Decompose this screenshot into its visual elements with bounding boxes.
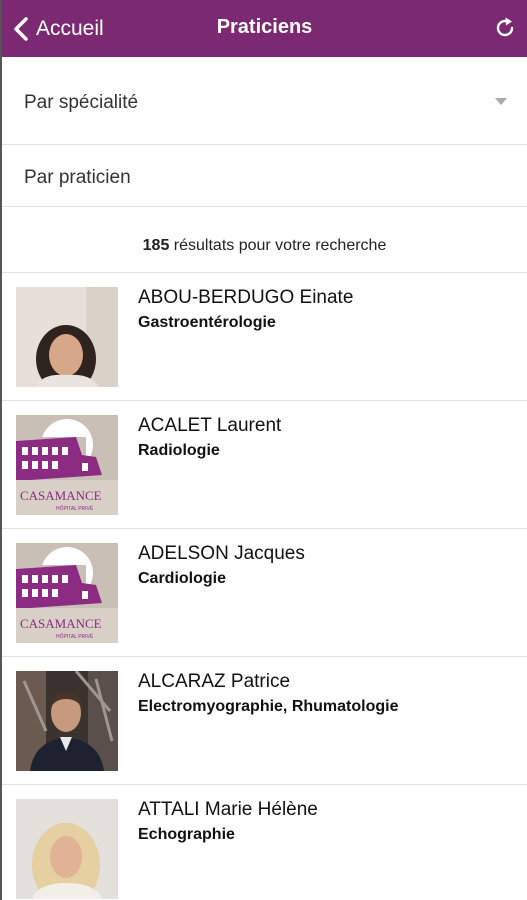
practitioner-name: ABOU-BERDUGO Einate xyxy=(138,287,354,308)
specialty-filter-label: Par spécialité xyxy=(24,92,139,113)
results-count: 185 xyxy=(142,237,170,254)
app-screen: Accueil Praticiens Par spécialité Par pr… xyxy=(0,0,527,900)
practitioner-filter-label: Par praticien xyxy=(24,167,131,188)
page-title: Praticiens xyxy=(216,16,313,38)
specialty-filter[interactable]: Par spécialité xyxy=(2,57,527,145)
practitioner-name: ALCARAZ Patrice xyxy=(138,671,291,692)
practitioner-name: ACALET Laurent xyxy=(138,415,282,436)
logo-text: CASAMANCE xyxy=(20,488,102,503)
list-item[interactable]: ATTALI Marie Hélène Echographie xyxy=(2,785,527,900)
casamance-logo: CASAMANCE HÔPITAL PRIVÉ xyxy=(16,415,118,515)
list-item[interactable]: CASAMANCE HÔPITAL PRIVÉ ACALET Laurent R… xyxy=(2,401,527,529)
practitioner-photo xyxy=(16,799,118,899)
practitioner-name: ATTALI Marie Hélène xyxy=(138,799,318,820)
refresh-icon[interactable] xyxy=(493,16,517,40)
casamance-logo: CASAMANCE HÔPITAL PRIVÉ xyxy=(16,543,118,643)
practitioner-name: ADELSON Jacques xyxy=(138,543,305,564)
practitioner-specialty: Electromyographie, Rhumatologie xyxy=(138,698,399,715)
list-item[interactable]: ALCARAZ Patrice Electromyographie, Rhuma… xyxy=(2,657,527,785)
list-item[interactable]: ABOU-BERDUGO Einate Gastroentérologie xyxy=(2,273,527,401)
practitioner-specialty: Radiologie xyxy=(138,442,220,459)
practitioner-specialty: Echographie xyxy=(138,826,235,843)
practitioner-list: ABOU-BERDUGO Einate Gastroentérologie CA… xyxy=(2,273,527,900)
logo-subtext: HÔPITAL PRIVÉ xyxy=(56,505,94,512)
navigation-bar: Accueil Praticiens xyxy=(2,0,527,58)
results-summary: 185 résultats pour votre recherche xyxy=(2,207,527,273)
practitioner-filter[interactable]: Par praticien xyxy=(2,145,527,207)
practitioner-specialty: Cardiologie xyxy=(138,570,227,587)
practitioner-photo xyxy=(16,671,118,771)
chevron-down-icon xyxy=(495,98,507,105)
list-item[interactable]: CASAMANCE HÔPITAL PRIVÉ ADELSON Jacques … xyxy=(2,529,527,657)
logo-text: CASAMANCE xyxy=(20,616,102,631)
logo-subtext: HÔPITAL PRIVÉ xyxy=(56,633,94,640)
practitioner-specialty: Gastroentérologie xyxy=(138,314,276,331)
results-text: résultats pour votre recherche xyxy=(169,237,387,254)
practitioner-photo xyxy=(16,287,118,387)
